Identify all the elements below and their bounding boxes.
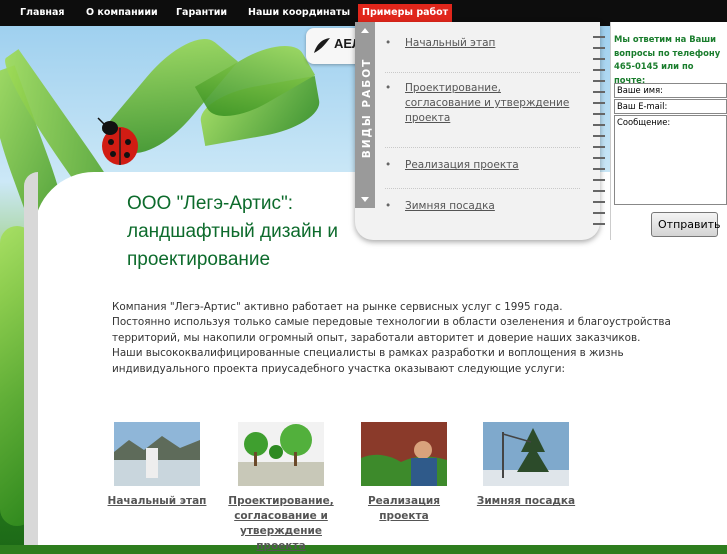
menu-item-implementation[interactable]: Реализация проекта <box>385 148 580 189</box>
service-card-winter-planting[interactable]: Зимняя посадка <box>466 422 586 509</box>
intro-line-2: Постоянно используя только самые передов… <box>112 316 671 375</box>
service-card-design[interactable]: Проектирование, согласование и утвержден… <box>221 422 341 554</box>
contact-intro: Мы ответим на Ваши вопросы по телефону 4… <box>614 34 721 85</box>
service-card-implementation[interactable]: Реализация проекта <box>344 422 464 524</box>
menu-item-initial-stage[interactable]: Начальный этап <box>385 32 580 73</box>
services-tab-label: ВИДЫ РАБОТ <box>361 57 373 159</box>
garden-plan-photo <box>238 422 324 486</box>
intro-line-1: Компания "Легэ-Артис" активно работает н… <box>112 301 563 313</box>
service-label[interactable]: Начальный этап <box>97 494 217 509</box>
landscape-photo <box>114 422 200 486</box>
nav-item-portfolio[interactable]: Примеры работ <box>358 4 453 22</box>
services-menu-list: Начальный этап Проектирование, согласова… <box>385 32 580 229</box>
service-label[interactable]: Зимняя посадка <box>466 494 586 509</box>
arrow-up-icon[interactable] <box>361 28 369 33</box>
worker-photo <box>361 422 447 486</box>
ladybug-icon <box>97 117 138 165</box>
notebook-spiral <box>593 30 605 230</box>
page-title: ООО "Легэ-Артис": ландшафтный дизайн и п… <box>127 193 338 270</box>
logo-leaf-icon <box>314 38 330 53</box>
service-label[interactable]: Реализация проекта <box>344 494 464 524</box>
send-button[interactable]: Отправить <box>651 212 721 237</box>
nav-item-about[interactable]: О компаниии <box>86 4 158 22</box>
email-field[interactable]: Ваш E-mail: <box>614 99 727 114</box>
arrow-down-icon[interactable] <box>361 197 369 202</box>
menu-item-design[interactable]: Проектирование, согласование и утвержден… <box>385 73 580 148</box>
nav-item-guarantees[interactable]: Гарантии <box>176 4 227 22</box>
services-menu-tab[interactable]: ВИДЫ РАБОТ <box>355 22 375 208</box>
menu-item-winter-planting[interactable]: Зимняя посадка <box>385 189 580 229</box>
intro-text: Компания "Легэ-Артис" активно работает н… <box>112 300 672 377</box>
nav-item-contacts[interactable]: Наши координаты <box>248 4 350 22</box>
tree-planting-photo <box>483 422 569 486</box>
name-field[interactable]: Ваше имя: <box>614 83 727 98</box>
service-card-initial-stage[interactable]: Начальный этап <box>97 422 217 509</box>
nav-item-home[interactable]: Главная <box>20 4 65 22</box>
message-field[interactable]: Сообщение: <box>614 115 727 205</box>
service-label[interactable]: Проектирование, согласование и утвержден… <box>221 494 341 554</box>
